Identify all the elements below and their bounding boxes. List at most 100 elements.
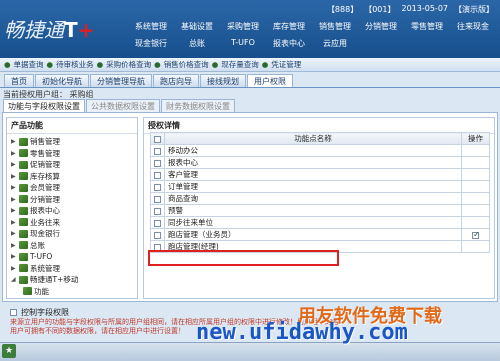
quick-link[interactable]: 凭证管理: [271, 59, 301, 70]
app-logo: 畅捷通T+: [4, 18, 95, 42]
tab-store-guide[interactable]: 跑店向导: [153, 74, 199, 87]
main-menu: 系统管理 基础设置 采购管理 库存管理 销售管理 分销管理 零售管理 往来现金 …: [128, 21, 496, 49]
expand-arrow-icon[interactable]: ▶: [11, 138, 17, 145]
menu-item[interactable]: T-UFO: [220, 38, 266, 49]
expand-arrow-icon[interactable]: ▶: [11, 150, 17, 157]
op-checkbox[interactable]: [461, 228, 490, 241]
menu-item[interactable]: 基础设置: [174, 21, 220, 32]
row-checkbox[interactable]: [150, 216, 165, 229]
column-header-name: 功能点名称: [164, 132, 462, 145]
folder-icon: [19, 137, 28, 146]
tree-node[interactable]: ▶ 销售管理: [11, 136, 133, 148]
account-code[interactable]: 【888】: [327, 4, 358, 15]
table-row[interactable]: 同步往来单位: [150, 216, 490, 229]
table-row[interactable]: 报表中心: [150, 156, 490, 169]
menu-item[interactable]: 零售管理: [404, 21, 450, 32]
edition-badge: 【演示版】: [454, 5, 494, 14]
tree-node[interactable]: ▶ 零售管理: [11, 148, 133, 160]
watermark-url: new.ufidawhy.com: [196, 320, 408, 345]
expand-arrow-icon[interactable]: ▶: [11, 253, 17, 260]
menu-item[interactable]: 总账: [174, 38, 220, 49]
row-checkbox[interactable]: [150, 192, 165, 205]
row-checkbox[interactable]: [150, 180, 165, 193]
menu-item[interactable]: 往来现金: [450, 21, 496, 32]
table-row[interactable]: 预警: [150, 204, 490, 217]
menu-item[interactable]: 库存管理: [266, 21, 312, 32]
operator-code[interactable]: 【001】: [364, 4, 395, 15]
tree-node[interactable]: ▶ 业务往来: [11, 217, 133, 229]
row-checkbox[interactable]: [150, 228, 165, 241]
control-field-checkbox[interactable]: [10, 309, 17, 316]
folder-icon: [19, 229, 28, 238]
row-checkbox[interactable]: [150, 144, 165, 157]
tab-route-plan[interactable]: 接线规划: [200, 74, 246, 87]
login-date: 2013-05-07: [401, 4, 449, 13]
op-checkbox[interactable]: [461, 156, 490, 169]
collapse-arrow-icon[interactable]: ◢: [11, 276, 17, 283]
tree-node-child[interactable]: 功能: [11, 286, 133, 298]
tree-node[interactable]: ▶ 现金银行: [11, 228, 133, 240]
menu-item[interactable]: 分销管理: [358, 21, 404, 32]
control-field-permission[interactable]: 控制字段权限: [10, 307, 69, 318]
table-row-highlighted[interactable]: 跑店管理（业务员）: [150, 228, 490, 241]
tree-node[interactable]: ▶ T-UFO: [11, 251, 133, 263]
row-checkbox[interactable]: [150, 204, 165, 217]
authorization-detail-pane: 授权详情 功能点名称 操作 移动办公 报表中心 客户管理 订单管理 商品查询 预…: [143, 117, 495, 299]
app-header: 畅捷通T+ 【888】 【001】 2013-05-07 【演示版】 系统管理 …: [0, 0, 500, 58]
expand-arrow-icon[interactable]: ▶: [11, 219, 17, 226]
quick-link[interactable]: 单据查询: [14, 59, 44, 70]
quick-link[interactable]: 采购价格查询: [106, 59, 151, 70]
status-bar: 【888】 【001】 2013-05-07 【演示版】: [327, 4, 494, 15]
tree-node[interactable]: ▶ 库存核算: [11, 171, 133, 183]
table-row[interactable]: 商品查询: [150, 192, 490, 205]
quick-link[interactable]: 销售价格查询: [164, 59, 209, 70]
tree-node[interactable]: ◢ 畅捷通T+移动: [11, 274, 133, 286]
expand-arrow-icon[interactable]: ▶: [11, 173, 17, 180]
expand-arrow-icon[interactable]: ▶: [11, 184, 17, 191]
row-checkbox[interactable]: [150, 168, 165, 181]
tab-user-permissions[interactable]: 用户权限: [247, 74, 293, 87]
tab-home[interactable]: 首页: [4, 74, 34, 87]
bullet-icon: ●: [46, 60, 54, 69]
bullet-icon: ●: [4, 60, 11, 69]
start-star-icon[interactable]: ★: [2, 344, 16, 358]
tree-node[interactable]: ▶ 分销管理: [11, 194, 133, 206]
tab-distribution-guide[interactable]: 分销管理导航: [90, 74, 152, 87]
menu-item[interactable]: 报表中心: [266, 38, 312, 49]
tab-init-guide[interactable]: 初始化导航: [35, 74, 89, 87]
table-row[interactable]: 订单管理: [150, 180, 490, 193]
table-row[interactable]: 客户管理: [150, 168, 490, 181]
expand-arrow-icon[interactable]: ▶: [11, 230, 17, 237]
tree-node[interactable]: ▶ 报表中心: [11, 205, 133, 217]
permission-table: 功能点名称 操作 移动办公 报表中心 客户管理 订单管理 商品查询 预警 同步往…: [150, 132, 490, 253]
expand-arrow-icon[interactable]: ▶: [11, 265, 17, 272]
menu-item[interactable]: 销售管理: [312, 21, 358, 32]
row-checkbox[interactable]: [150, 156, 165, 169]
menu-item[interactable]: 系统管理: [128, 21, 174, 32]
tree-node[interactable]: ▶ 会员管理: [11, 182, 133, 194]
menu-item[interactable]: 现金银行: [128, 38, 174, 49]
op-checkbox[interactable]: [461, 192, 490, 205]
expand-arrow-icon[interactable]: ▶: [11, 242, 17, 249]
table-header: 功能点名称 操作: [150, 132, 490, 145]
menu-item[interactable]: 云应用: [312, 38, 358, 49]
menu-item[interactable]: 采购管理: [220, 21, 266, 32]
expand-arrow-icon[interactable]: ▶: [11, 196, 17, 203]
op-checkbox[interactable]: [461, 168, 490, 181]
tree-node[interactable]: ▶ 系统管理: [11, 263, 133, 275]
quick-link[interactable]: 待审核业务: [56, 59, 94, 70]
quick-link[interactable]: 现存量查询: [221, 59, 259, 70]
op-checkbox[interactable]: [461, 144, 490, 157]
op-checkbox[interactable]: [461, 180, 490, 193]
expand-arrow-icon[interactable]: ▶: [11, 207, 17, 214]
tree-node[interactable]: ▶ 促销管理: [11, 159, 133, 171]
folder-icon: [19, 241, 28, 250]
table-row[interactable]: 移动办公: [150, 144, 490, 157]
select-all-checkbox[interactable]: [150, 132, 165, 145]
expand-arrow-icon[interactable]: ▶: [11, 161, 17, 168]
op-checkbox[interactable]: [461, 216, 490, 229]
bullet-icon: ●: [154, 60, 161, 69]
op-checkbox[interactable]: [461, 204, 490, 217]
tree-node[interactable]: ▶ 总账: [11, 240, 133, 252]
op-checkbox[interactable]: [461, 240, 490, 253]
